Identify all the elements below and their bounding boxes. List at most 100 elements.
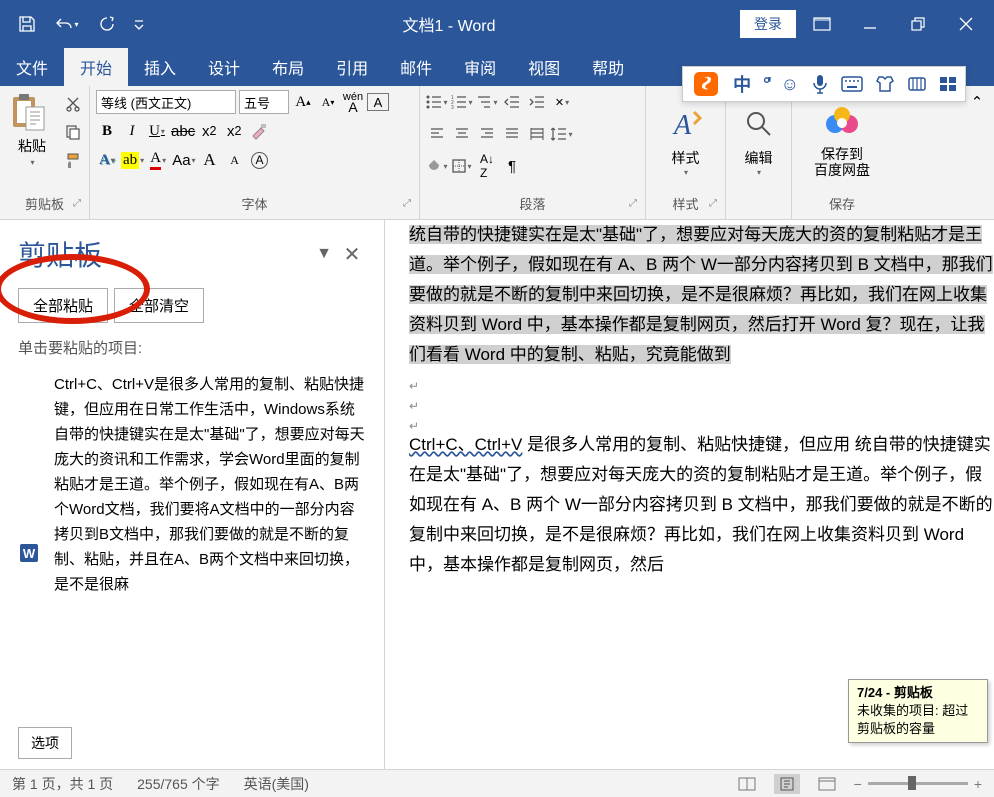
- tab-layout[interactable]: 布局: [256, 48, 320, 86]
- tab-review[interactable]: 审阅: [448, 48, 512, 86]
- ime-skin-icon[interactable]: [875, 75, 895, 93]
- baidu-save-button[interactable]: 保存到 百度网盘: [804, 90, 880, 190]
- tab-references[interactable]: 引用: [320, 48, 384, 86]
- underline-icon[interactable]: U▾: [146, 119, 168, 143]
- paragraph-launcher-icon[interactable]: ⤢: [629, 198, 637, 209]
- tab-mailings[interactable]: 邮件: [384, 48, 448, 86]
- show-marks-icon[interactable]: ¶: [501, 154, 523, 178]
- ribbon-display-icon[interactable]: [800, 2, 844, 46]
- clipboard-launcher-icon[interactable]: ⤢: [73, 198, 81, 209]
- increase-indent-icon[interactable]: [526, 90, 548, 114]
- tab-design[interactable]: 设计: [192, 48, 256, 86]
- align-right-icon[interactable]: [476, 122, 498, 146]
- enlarge-a-icon[interactable]: A: [199, 148, 221, 172]
- subscript-icon[interactable]: x2: [198, 119, 220, 143]
- line-spacing-icon[interactable]: ▾: [551, 122, 573, 146]
- read-mode-icon[interactable]: [734, 774, 760, 794]
- group-paragraph-label: 段落 ⤢: [426, 190, 639, 215]
- clipboard-item[interactable]: W Ctrl+C、Ctrl+V是很多人常用的复制、粘贴快捷键，但应用在日常工作生…: [18, 372, 366, 597]
- panel-title: 剪贴板: [18, 234, 310, 274]
- font-name-input[interactable]: [96, 90, 236, 114]
- window-title: 文档1 - Word: [158, 12, 740, 36]
- align-center-icon[interactable]: [451, 122, 473, 146]
- shrink-font-icon[interactable]: A▾: [317, 90, 339, 114]
- clear-all-button[interactable]: 全部清空: [114, 288, 204, 323]
- ime-tools-icon[interactable]: [907, 75, 927, 93]
- ime-voice-icon[interactable]: [811, 74, 829, 94]
- paragraph-2[interactable]: Ctrl+C、Ctrl+V 是很多人常用的复制、粘贴快捷键，但应用 统自带的快捷…: [409, 430, 994, 580]
- ime-keyboard-icon[interactable]: [841, 76, 863, 92]
- ime-toolbar[interactable]: 中 °' ☺: [682, 66, 966, 102]
- multilevel-icon[interactable]: ▾: [476, 90, 498, 114]
- panel-close-icon[interactable]: ✕: [338, 240, 366, 268]
- tab-view[interactable]: 视图: [512, 48, 576, 86]
- change-case-icon[interactable]: Aa▾: [172, 148, 195, 172]
- tab-help[interactable]: 帮助: [576, 48, 640, 86]
- word-count[interactable]: 255/765 个字: [137, 774, 220, 794]
- ime-emoji-icon[interactable]: ☺: [781, 74, 799, 95]
- undo-icon[interactable]: ▾: [50, 7, 84, 41]
- tab-home[interactable]: 开始: [64, 48, 128, 86]
- document-area[interactable]: 统自带的快捷键实在是太"基础"了，想要应对每天庞大的资的复制粘贴才是王道。举个例…: [385, 220, 994, 769]
- strikethrough-icon[interactable]: abc: [171, 119, 195, 143]
- shading-icon[interactable]: ▾: [426, 154, 448, 178]
- styles-button[interactable]: A 样式 ▾: [656, 90, 716, 190]
- restore-icon[interactable]: [896, 2, 940, 46]
- phonetic-icon[interactable]: wénA: [342, 90, 364, 114]
- panel-options-button[interactable]: 选项: [18, 727, 72, 759]
- ime-menu-icon[interactable]: [939, 76, 957, 92]
- align-left-icon[interactable]: [426, 122, 448, 146]
- superscript-icon[interactable]: x2: [223, 119, 245, 143]
- grow-font-icon[interactable]: A▴: [292, 90, 314, 114]
- font-launcher-icon[interactable]: ⤢: [403, 198, 411, 209]
- paste-button[interactable]: 粘贴 ▾: [6, 90, 58, 169]
- ime-lang[interactable]: 中: [733, 71, 751, 97]
- format-painter-icon[interactable]: [62, 150, 84, 170]
- minimize-icon[interactable]: [848, 2, 892, 46]
- print-layout-icon[interactable]: [774, 774, 800, 794]
- clear-format-icon[interactable]: [248, 119, 270, 143]
- panel-dropdown-icon[interactable]: ▼: [310, 240, 338, 268]
- align-justify-icon[interactable]: [501, 122, 523, 146]
- editing-button[interactable]: 编辑 ▾: [729, 90, 789, 190]
- qat-customize-icon[interactable]: [130, 7, 148, 41]
- align-distribute-icon[interactable]: [526, 122, 548, 146]
- highlight-icon[interactable]: ab▾: [121, 148, 144, 172]
- paragraph-1[interactable]: 统自带的快捷键实在是太"基础"了，想要应对每天庞大的资的复制粘贴才是王道。举个例…: [409, 220, 994, 370]
- shrink-a-icon[interactable]: A: [224, 148, 246, 172]
- asian-layout-icon[interactable]: ✕▾: [551, 90, 573, 114]
- paste-all-button[interactable]: 全部粘贴: [18, 288, 108, 323]
- italic-icon[interactable]: I: [121, 119, 143, 143]
- save-icon[interactable]: [10, 7, 44, 41]
- text-effects-icon[interactable]: A▾: [96, 148, 118, 172]
- sogou-logo-icon[interactable]: [691, 69, 721, 99]
- redo-icon[interactable]: [90, 7, 124, 41]
- language-indicator[interactable]: 英语(美国): [244, 774, 309, 794]
- web-layout-icon[interactable]: [814, 774, 840, 794]
- styles-launcher-icon[interactable]: ⤢: [709, 198, 717, 209]
- status-bar: 第 1 页，共 1 页 255/765 个字 英语(美国) − +: [0, 769, 994, 797]
- circle-char-icon[interactable]: A: [249, 148, 271, 172]
- decrease-indent-icon[interactable]: [501, 90, 523, 114]
- sort-icon[interactable]: A↓Z: [476, 154, 498, 178]
- clipboard-panel: 剪贴板 ▼ ✕ 全部粘贴 全部清空 单击要粘贴的项目: W Ctrl+C、Ctr…: [0, 220, 385, 769]
- font-size-input[interactable]: [239, 90, 289, 114]
- char-border-icon[interactable]: A: [367, 93, 389, 111]
- cut-icon[interactable]: [62, 94, 84, 114]
- close-icon[interactable]: [944, 2, 988, 46]
- page-indicator[interactable]: 第 1 页，共 1 页: [12, 774, 113, 794]
- borders-icon[interactable]: ▾: [451, 154, 473, 178]
- ime-punct-icon[interactable]: °': [763, 74, 768, 95]
- clipboard-items: W Ctrl+C、Ctrl+V是很多人常用的复制、粘贴快捷键，但应用在日常工作生…: [0, 366, 384, 717]
- login-button[interactable]: 登录: [740, 10, 796, 38]
- bullets-icon[interactable]: ▾: [426, 90, 448, 114]
- font-color-icon[interactable]: A▾: [147, 148, 169, 172]
- numbering-icon[interactable]: 123▾: [451, 90, 473, 114]
- paste-icon: [8, 92, 56, 134]
- collapse-ribbon-icon[interactable]: ⌃: [966, 90, 988, 114]
- copy-icon[interactable]: [62, 122, 84, 142]
- bold-icon[interactable]: B: [96, 119, 118, 143]
- tab-file[interactable]: 文件: [0, 48, 64, 86]
- zoom-slider[interactable]: − +: [854, 776, 982, 792]
- tab-insert[interactable]: 插入: [128, 48, 192, 86]
